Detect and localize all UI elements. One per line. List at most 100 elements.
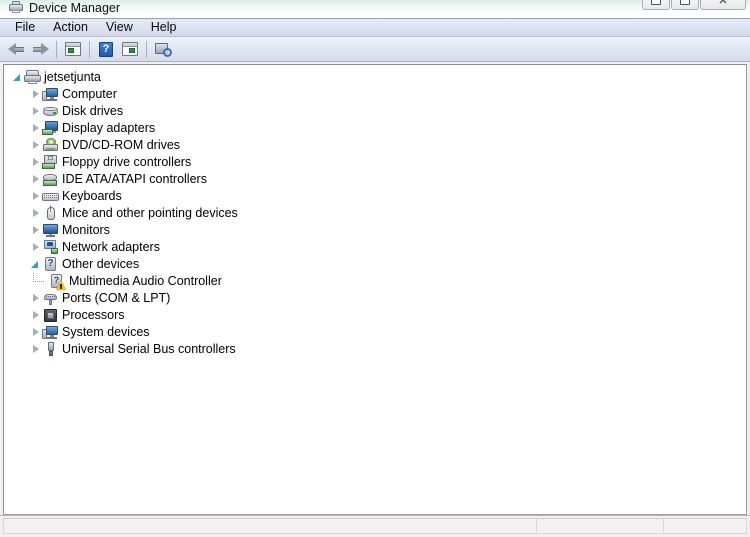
monitor-icon <box>42 223 59 238</box>
tree-node-usb-controllers[interactable]: Universal Serial Bus controllers <box>4 341 746 358</box>
expander-expanded-icon[interactable] <box>30 259 41 270</box>
unknown-device-warning-icon: ? <box>49 274 66 290</box>
tree-node-label: DVD/CD-ROM drives <box>62 138 181 152</box>
tree-node-label: Mice and other pointing devices <box>62 206 238 220</box>
device-manager-window: Device Manager ✕ File Action View Help ?… <box>0 0 750 537</box>
usb-controller-icon <box>42 342 59 357</box>
tree-node-system-devices[interactable]: System devices <box>4 324 746 341</box>
menu-file[interactable]: File <box>6 19 44 36</box>
help-question-icon: ? <box>99 41 113 57</box>
tree-node-display-adapters[interactable]: Display adapters <box>4 120 746 137</box>
network-adapter-icon <box>42 240 59 255</box>
tree-node-mice[interactable]: Mice and other pointing devices <box>4 205 746 222</box>
tree-node-label: Processors <box>62 308 125 322</box>
other-devices-icon: ? <box>42 257 59 272</box>
menu-bar: File Action View Help <box>0 18 750 37</box>
tree-node-root[interactable]: jetsetjunta <box>4 69 746 86</box>
window-title: Device Manager <box>29 1 121 15</box>
tree-connector-line <box>30 273 44 290</box>
menu-action[interactable]: Action <box>44 19 97 36</box>
tree-node-label: jetsetjunta <box>44 70 101 84</box>
computer-icon <box>42 87 59 102</box>
device-tree[interactable]: jetsetjunta Computer Disk drives Display… <box>3 64 747 515</box>
expander-collapsed-icon[interactable] <box>30 140 41 151</box>
minimize-button[interactable] <box>642 0 670 10</box>
floppy-controller-icon <box>42 155 59 170</box>
expander-collapsed-icon[interactable] <box>30 157 41 168</box>
tree-node-keyboards[interactable]: Keyboards <box>4 188 746 205</box>
expander-collapsed-icon[interactable] <box>30 106 41 117</box>
status-panel-tertiary <box>663 518 747 534</box>
display-adapter-icon <box>42 121 59 136</box>
system-devices-icon <box>42 325 59 340</box>
tree-node-label: Computer <box>62 87 117 101</box>
processor-icon <box>42 308 59 323</box>
tree-node-ports[interactable]: Ports (COM & LPT) <box>4 290 746 307</box>
device-manager-icon <box>8 1 24 15</box>
menu-view[interactable]: View <box>97 19 142 36</box>
close-button[interactable]: ✕ <box>700 0 746 10</box>
tree-node-processors[interactable]: Processors <box>4 307 746 324</box>
tree-node-computer[interactable]: Computer <box>4 86 746 103</box>
content-area: jetsetjunta Computer Disk drives Display… <box>0 62 750 515</box>
tree-node-label: Keyboards <box>62 189 122 203</box>
tree-node-ide-controllers[interactable]: IDE ATA/ATAPI controllers <box>4 171 746 188</box>
show-hide-console-tree-button[interactable] <box>61 38 85 60</box>
scan-hardware-icon <box>154 42 172 57</box>
scan-for-hardware-changes-button[interactable] <box>151 38 175 60</box>
back-arrow-icon <box>7 42 25 56</box>
forward-button[interactable] <box>28 38 52 60</box>
tree-node-multimedia-audio-controller[interactable]: ? Multimedia Audio Controller <box>4 273 746 290</box>
expander-collapsed-icon[interactable] <box>30 123 41 134</box>
status-panel-secondary <box>536 518 664 534</box>
expander-collapsed-icon[interactable] <box>30 89 41 100</box>
tree-node-label: Disk drives <box>62 104 124 118</box>
back-button[interactable] <box>4 38 28 60</box>
disk-drive-icon <box>42 104 59 119</box>
keyboard-icon <box>42 189 59 204</box>
dvd-cdrom-icon <box>42 138 59 153</box>
expander-collapsed-icon[interactable] <box>30 191 41 202</box>
tree-node-other-devices[interactable]: ? Other devices <box>4 256 746 273</box>
expander-expanded-icon[interactable] <box>12 72 23 83</box>
tree-node-label: System devices <box>62 325 150 339</box>
expander-collapsed-icon[interactable] <box>30 225 41 236</box>
close-icon: ✕ <box>718 0 728 7</box>
expander-collapsed-icon[interactable] <box>30 174 41 185</box>
expander-collapsed-icon[interactable] <box>30 310 41 321</box>
tree-node-label: Universal Serial Bus controllers <box>62 342 236 356</box>
expander-collapsed-icon[interactable] <box>30 327 41 338</box>
tree-node-network-adapters[interactable]: Network adapters <box>4 239 746 256</box>
computer-root-icon <box>24 70 41 85</box>
toolbar-separator-1 <box>56 40 57 58</box>
tree-node-label: Display adapters <box>62 121 156 135</box>
tree-node-label: Network adapters <box>62 240 160 254</box>
window-controls: ✕ <box>641 0 746 10</box>
tree-node-disk-drives[interactable]: Disk drives <box>4 103 746 120</box>
tree-node-label: IDE ATA/ATAPI controllers <box>62 172 207 186</box>
ports-icon <box>42 291 59 306</box>
tree-node-monitors[interactable]: Monitors <box>4 222 746 239</box>
expander-collapsed-icon[interactable] <box>30 344 41 355</box>
maximize-button[interactable] <box>671 0 699 10</box>
help-button[interactable]: ? <box>94 38 118 60</box>
expander-collapsed-icon[interactable] <box>30 208 41 219</box>
minimize-icon <box>651 0 661 5</box>
title-bar: Device Manager ✕ <box>0 0 750 18</box>
properties-button[interactable] <box>118 38 142 60</box>
status-bar <box>0 515 750 537</box>
title-bar-left: Device Manager <box>8 0 120 17</box>
expander-collapsed-icon[interactable] <box>30 293 41 304</box>
mouse-icon <box>42 205 59 221</box>
menu-help[interactable]: Help <box>142 19 186 36</box>
expander-collapsed-icon[interactable] <box>30 242 41 253</box>
tree-node-dvd-cdrom-drives[interactable]: DVD/CD-ROM drives <box>4 137 746 154</box>
tree-node-label: Floppy drive controllers <box>62 155 192 169</box>
forward-arrow-icon <box>32 42 49 56</box>
toolbar: ? <box>0 37 750 62</box>
status-panel-message <box>3 518 537 534</box>
properties-window-icon <box>122 42 138 56</box>
ide-controller-icon <box>42 172 59 187</box>
toolbar-separator-2 <box>89 40 90 58</box>
tree-node-floppy-drive-controllers[interactable]: Floppy drive controllers <box>4 154 746 171</box>
